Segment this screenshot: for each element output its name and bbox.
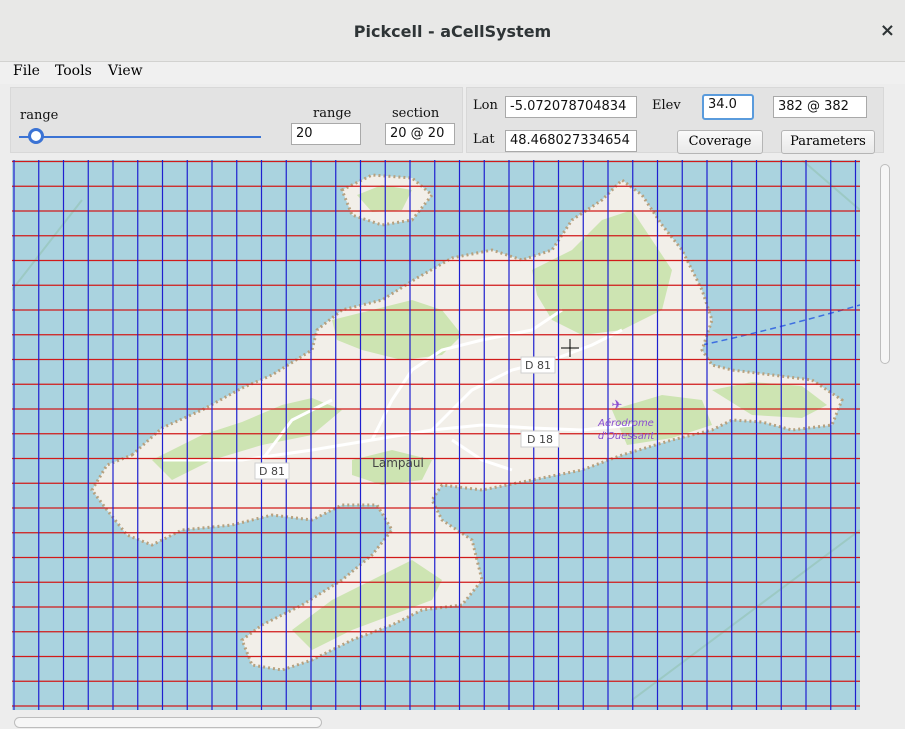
coverage-button[interactable]: Coverage: [677, 130, 763, 154]
lat-input[interactable]: 48.468027334654: [505, 130, 637, 152]
elev-input[interactable]: 34.0: [702, 94, 754, 120]
lat-label: Lat: [473, 132, 495, 147]
horizontal-scrollbar[interactable]: [12, 712, 876, 729]
road-label-d81-top: D 81: [525, 359, 551, 372]
menu-tools[interactable]: Tools: [55, 63, 92, 79]
road-label-d81-left: D 81: [259, 465, 285, 478]
range-slider-track[interactable]: [19, 136, 261, 138]
cell-input[interactable]: 382 @ 382: [773, 96, 867, 118]
range-panel: range range 20 section 20 @ 20: [10, 87, 463, 153]
parameters-button[interactable]: Parameters: [781, 130, 875, 154]
range-input[interactable]: 20: [291, 123, 361, 145]
elev-label: Elev: [652, 98, 681, 113]
menu-bar: File Tools View: [0, 62, 905, 84]
section-input[interactable]: 20 @ 20: [385, 123, 455, 145]
location-panel: Lon -5.072078704834 Lat 48.468027334654 …: [466, 87, 884, 154]
map-canvas[interactable]: ✈ D 81 D 18 D 81 Lampaul Aérodrome d'Oue…: [12, 160, 860, 710]
vertical-scrollbar[interactable]: [876, 160, 894, 720]
town-label: Lampaul: [372, 456, 424, 470]
title-bar: Pickcell - aCellSystem ×: [0, 0, 905, 62]
horizontal-scroll-thumb[interactable]: [14, 717, 322, 728]
section-label: section: [392, 106, 440, 121]
map-view[interactable]: ✈ D 81 D 18 D 81 Lampaul Aérodrome d'Oue…: [12, 160, 860, 710]
lon-label: Lon: [473, 98, 498, 113]
range-label: range: [313, 106, 352, 121]
airport-label-1: Aérodrome: [597, 417, 654, 429]
window-title: Pickcell - aCellSystem: [353, 22, 552, 41]
airport-icon: ✈: [612, 398, 623, 413]
range-slider-label: range: [20, 108, 59, 123]
lon-input[interactable]: -5.072078704834: [505, 96, 637, 118]
road-label-d18: D 18: [527, 433, 553, 446]
range-slider-knob[interactable]: [28, 128, 44, 144]
menu-file[interactable]: File: [13, 63, 40, 79]
vertical-scroll-thumb[interactable]: [880, 164, 890, 364]
airport-label-2: d'Ouessant: [598, 431, 655, 442]
menu-view[interactable]: View: [108, 63, 143, 79]
close-icon[interactable]: ×: [880, 20, 895, 41]
